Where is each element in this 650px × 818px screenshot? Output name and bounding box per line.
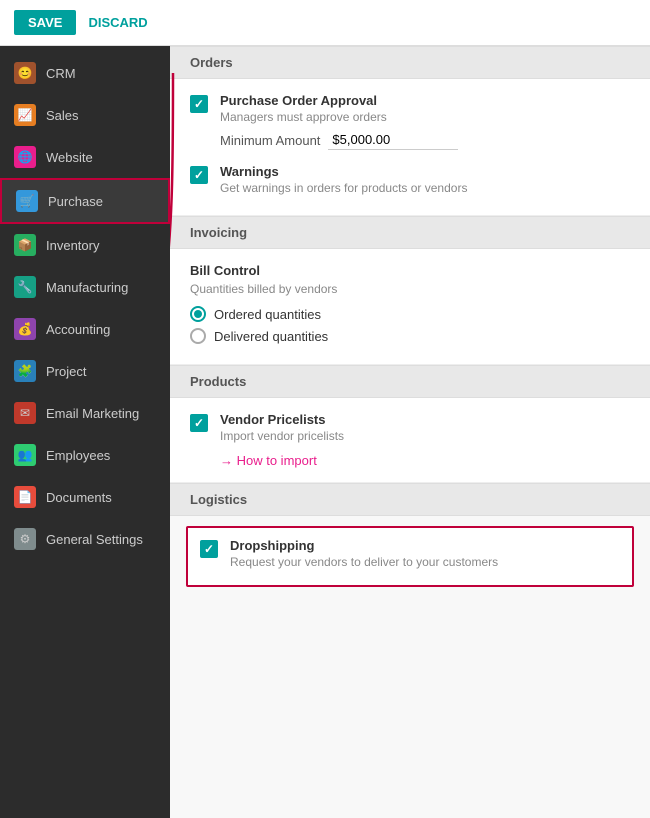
orders-section-content: Purchase Order Approval Managers must ap… [170,79,650,216]
dropshipping-desc: Request your vendors to deliver to your … [230,555,498,569]
project-icon: 🧩 [14,360,36,382]
invoicing-section-header: Invoicing [170,216,650,249]
bill-control-desc: Quantities billed by vendors [190,282,630,296]
purchase-order-approval-checkbox[interactable] [190,95,208,113]
sidebar-item-employees[interactable]: 👥 Employees [0,434,170,476]
website-icon: 🌐 [14,146,36,168]
dropshipping-checkbox[interactable] [200,540,218,558]
purchase-order-approval-desc: Managers must approve orders [220,110,458,124]
email-icon: ✉ [14,402,36,424]
minimum-amount-field: Minimum Amount [220,130,458,150]
sidebar-item-accounting-label: Accounting [46,322,110,337]
sidebar-item-crm[interactable]: 😊 CRM [0,52,170,94]
sidebar-item-purchase[interactable]: 🛒 Purchase [0,178,170,224]
sidebar-item-inventory[interactable]: 📦 Inventory [0,224,170,266]
manufacturing-icon: 🔧 [14,276,36,298]
sidebar-item-project-label: Project [46,364,86,379]
vendor-pricelists-checkbox[interactable] [190,414,208,432]
vendor-pricelists-details: Vendor Pricelists Import vendor pricelis… [220,412,344,468]
logistics-section: Logistics Dropshipping Request your vend… [170,483,650,587]
delivered-quantities-radio[interactable] [190,328,206,344]
sidebar-item-employees-label: Employees [46,448,110,463]
employees-icon: 👥 [14,444,36,466]
bill-control-label: Bill Control [190,263,630,278]
sidebar-item-inventory-label: Inventory [46,238,99,253]
products-section-content: Vendor Pricelists Import vendor pricelis… [170,398,650,483]
dropshipping-box: Dropshipping Request your vendors to del… [186,526,634,587]
warnings-checkbox[interactable] [190,166,208,184]
sidebar-item-purchase-label: Purchase [48,194,103,209]
accounting-icon: 💰 [14,318,36,340]
orders-section-header: Orders [170,46,650,79]
sidebar-item-website[interactable]: 🌐 Website [0,136,170,178]
vendor-pricelists-label: Vendor Pricelists [220,412,344,427]
purchase-order-approval-row: Purchase Order Approval Managers must ap… [190,93,630,150]
main-content: Orders Purchase Order Approval Managers … [170,46,650,818]
purchase-icon: 🛒 [16,190,38,212]
ordered-quantities-label: Ordered quantities [214,307,321,322]
sidebar: 😊 CRM 📈 Sales 🌐 Website 🛒 Purchase [0,46,170,818]
sidebar-item-documents[interactable]: 📄 Documents [0,476,170,518]
minimum-amount-label: Minimum Amount [220,133,320,148]
invoicing-section-content: Bill Control Quantities billed by vendor… [170,249,650,365]
purchase-order-approval-details: Purchase Order Approval Managers must ap… [220,93,458,150]
warnings-desc: Get warnings in orders for products or v… [220,181,467,195]
how-to-import-link[interactable]: → How to import [220,453,317,468]
logistics-section-header: Logistics [170,483,650,516]
sidebar-item-settings[interactable]: ⚙ General Settings [0,518,170,560]
vendor-pricelists-desc: Import vendor pricelists [220,429,344,443]
ordered-quantities-radio[interactable] [190,306,206,322]
delivered-quantities-label: Delivered quantities [214,329,328,344]
sidebar-item-accounting[interactable]: 💰 Accounting [0,308,170,350]
warnings-row: Warnings Get warnings in orders for prod… [190,164,630,201]
sidebar-item-email-label: Email Marketing [46,406,139,421]
dropshipping-details: Dropshipping Request your vendors to del… [230,538,498,575]
crm-icon: 😊 [14,62,36,84]
discard-button[interactable]: DISCARD [88,15,147,30]
products-section-header: Products [170,365,650,398]
dropshipping-label: Dropshipping [230,538,498,553]
minimum-amount-input[interactable] [328,130,458,150]
sidebar-item-project[interactable]: 🧩 Project [0,350,170,392]
sidebar-item-manufacturing[interactable]: 🔧 Manufacturing [0,266,170,308]
sidebar-item-documents-label: Documents [46,490,112,505]
how-to-import-text: → How to import [220,453,317,468]
save-button[interactable]: SAVE [14,10,76,35]
delivered-quantities-row: Delivered quantities [190,328,630,344]
sidebar-item-settings-label: General Settings [46,532,143,547]
vendor-pricelists-row: Vendor Pricelists Import vendor pricelis… [190,412,630,468]
documents-icon: 📄 [14,486,36,508]
sidebar-item-manufacturing-label: Manufacturing [46,280,128,295]
warnings-label: Warnings [220,164,467,179]
app-body: 😊 CRM 📈 Sales 🌐 Website 🛒 Purchase [0,46,650,818]
ordered-quantities-row: Ordered quantities [190,306,630,322]
purchase-order-approval-label: Purchase Order Approval [220,93,458,108]
sidebar-item-email[interactable]: ✉ Email Marketing [0,392,170,434]
sidebar-item-crm-label: CRM [46,66,76,81]
sidebar-item-sales-label: Sales [46,108,79,123]
sidebar-item-website-label: Website [46,150,93,165]
inventory-icon: 📦 [14,234,36,256]
top-bar: SAVE DISCARD [0,0,650,46]
warnings-details: Warnings Get warnings in orders for prod… [220,164,467,201]
sales-icon: 📈 [14,104,36,126]
sidebar-item-sales[interactable]: 📈 Sales [0,94,170,136]
settings-icon: ⚙ [14,528,36,550]
